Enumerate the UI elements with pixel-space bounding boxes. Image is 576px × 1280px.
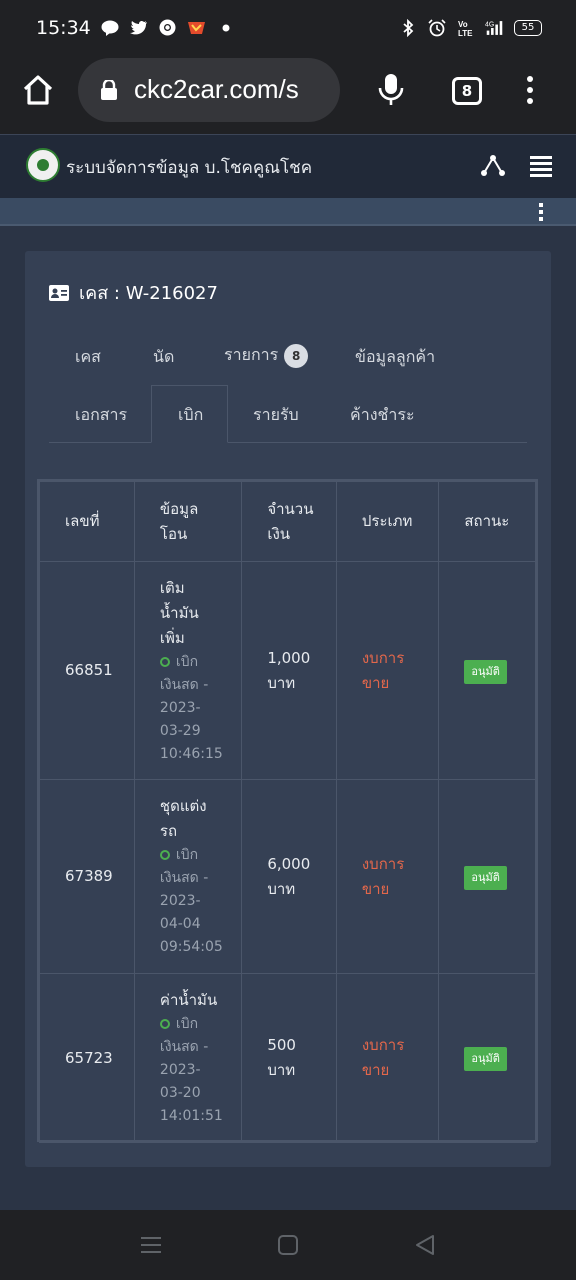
items-count-badge: 8 [284,343,309,368]
system-nav-bar [0,1210,576,1280]
chrome-icon [158,18,177,37]
status-badge: อนุมัติ [464,865,507,890]
header-type-text: ประเภท [361,512,413,530]
header-transfer-text: ข้อมูล โอน [159,499,199,543]
tab-outstanding[interactable]: ค้างชำระ [350,403,415,428]
row-status-cell: อนุมัติ [438,779,536,974]
alarm-icon [427,18,446,37]
withdraw-table: เลขที่ ข้อมูล โอน จำนวน เงิน ประเภท สถาน… [37,479,538,1143]
row-status-cell: อนุมัติ [438,561,536,780]
col-header-id: เลขที่ [39,481,135,562]
row-item: เติม น้ำมัน เพิ่ม [159,578,199,647]
app-header: ระบบจัดการข้อมูล บ.โชคคูณโชค [0,134,576,198]
system-icons: Vo LTE 4G 55 [398,18,542,37]
case-heading: เคส : W-216027 [49,278,218,307]
status-dot-icon [159,1019,170,1029]
kebab-menu-icon[interactable] [534,202,548,222]
case-card: เคส : W-216027 เคส นัด รายการ 8 ข้อมูลลูก… [25,251,551,1167]
shopee-icon [187,18,206,37]
status-badge: อนุมัติ [464,1047,507,1071]
tab-customer-info[interactable]: ข้อมูลลูกค้า [355,345,435,370]
dot-icon [216,18,235,37]
status-bar: 15:34 Vo LTE 4G 55 [0,0,576,58]
row-id: 65723 [39,973,135,1143]
tab-items-label: รายการ [224,345,279,364]
row-method-text: เบิก เงินสด - 2023- 04-04 09:54:05 [159,847,223,955]
row-transfer-info: ค่าน้ำมัน เบิก เงินสด - 2023- 03-20 14:0… [133,973,243,1143]
header-status-text: สถานะ [464,512,510,530]
id-card-icon [49,284,69,301]
share-network-icon[interactable] [480,153,506,179]
row-transfer-info: เติม น้ำมัน เพิ่ม เบิก เงินสด - 2023- 03… [133,561,243,780]
lock-icon [100,78,118,100]
tab-appointment[interactable]: นัด [153,345,174,370]
header-id-text: เลขที่ [65,512,100,530]
tab-withdraw[interactable]: เบิก [151,385,228,443]
recent-apps-icon[interactable] [140,1234,162,1256]
volte-icon: Vo LTE [456,18,475,37]
svg-text:Vo: Vo [458,20,468,29]
header-amount-text: จำนวน เงิน [267,499,314,543]
line-icon [100,18,119,37]
row-method-text: เบิก เงินสด - 2023- 03-29 10:46:15 [159,653,223,762]
col-header-transfer: ข้อมูล โอน [133,481,243,562]
back-nav-icon[interactable] [414,1234,436,1256]
row-method: เบิก เงินสด - 2023- 03-20 14:01:51 [159,1013,224,1128]
row-id: 67389 [39,779,135,974]
bluetooth-icon [398,18,417,37]
more-vert-icon[interactable] [520,74,540,106]
app-title: ระบบจัดการข้อมูล บ.โชคคูณโชค [66,158,313,178]
table-row[interactable]: 67389 ชุดแต่ง รถ เบิก เงินสด - 2023- 04-… [39,779,536,974]
row-item: ค่าน้ำมัน [159,991,218,1009]
twitter-icon [129,18,148,37]
microphone-icon[interactable] [376,72,406,108]
status-badge: อนุมัติ [464,659,507,684]
tab-items[interactable]: รายการ 8 [224,343,309,368]
signal-4g-icon: 4G [485,18,504,37]
status-dot-icon [159,656,170,667]
status-time: 15:34 [36,17,91,39]
table-row[interactable]: 66851 เติม น้ำมัน เพิ่ม เบิก เงินสด - 20… [39,561,536,780]
url-text: ckc2car.com/s [134,74,299,104]
browser-toolbar: ckc2car.com/s 8 [0,58,576,134]
home-icon[interactable] [20,72,56,108]
sub-toolbar [0,198,576,226]
svg-text:4G: 4G [485,21,494,28]
row-amount: 6,000 บาท [241,779,337,974]
tabs-row-2: เอกสาร เบิก รายรับ ค้างชำระ [49,385,527,443]
table-row[interactable]: 65723 ค่าน้ำมัน เบิก เงินสด - 2023- 03-2… [39,973,536,1143]
tab-income[interactable]: รายรับ [253,403,299,428]
row-type: งบการ ขาย [335,561,440,780]
hamburger-menu-icon[interactable] [530,155,552,177]
status-dot-icon [159,850,170,860]
row-transfer-info: ชุดแต่ง รถ เบิก เงินสด - 2023- 04-04 09:… [133,779,243,974]
row-amount: 1,000 บาท [241,561,337,780]
table-header-row: เลขที่ ข้อมูล โอน จำนวน เงิน ประเภท สถาน… [39,481,536,562]
home-nav-icon[interactable] [277,1234,299,1256]
tab-documents[interactable]: เอกสาร [75,403,127,428]
tab-switcher-button[interactable]: 8 [452,77,482,105]
col-header-status: สถานะ [438,481,536,562]
company-logo[interactable] [26,148,60,182]
row-method-text: เบิก เงินสด - 2023- 03-20 14:01:51 [159,1016,223,1124]
address-bar[interactable]: ckc2car.com/s [78,58,340,122]
row-id: 66851 [39,561,135,780]
row-item: ชุดแต่ง รถ [159,797,207,840]
row-method: เบิก เงินสด - 2023- 04-04 09:54:05 [159,844,224,959]
notification-icons [100,18,235,37]
col-header-amount: จำนวน เงิน [241,481,337,562]
tab-withdraw-label: เบิก [178,405,204,424]
tab-case[interactable]: เคส [75,345,101,370]
row-status-cell: อนุมัติ [438,973,536,1143]
case-number: เคส : W-216027 [79,283,218,304]
col-header-type: ประเภท [335,481,440,562]
row-type: งบการ ขาย [335,973,440,1143]
svg-text:LTE: LTE [458,29,473,37]
row-type: งบการ ขาย [335,779,440,974]
battery-indicator: 55 [514,19,542,36]
row-amount: 500 บาท [241,973,337,1143]
row-method: เบิก เงินสด - 2023- 03-29 10:46:15 [159,651,224,766]
